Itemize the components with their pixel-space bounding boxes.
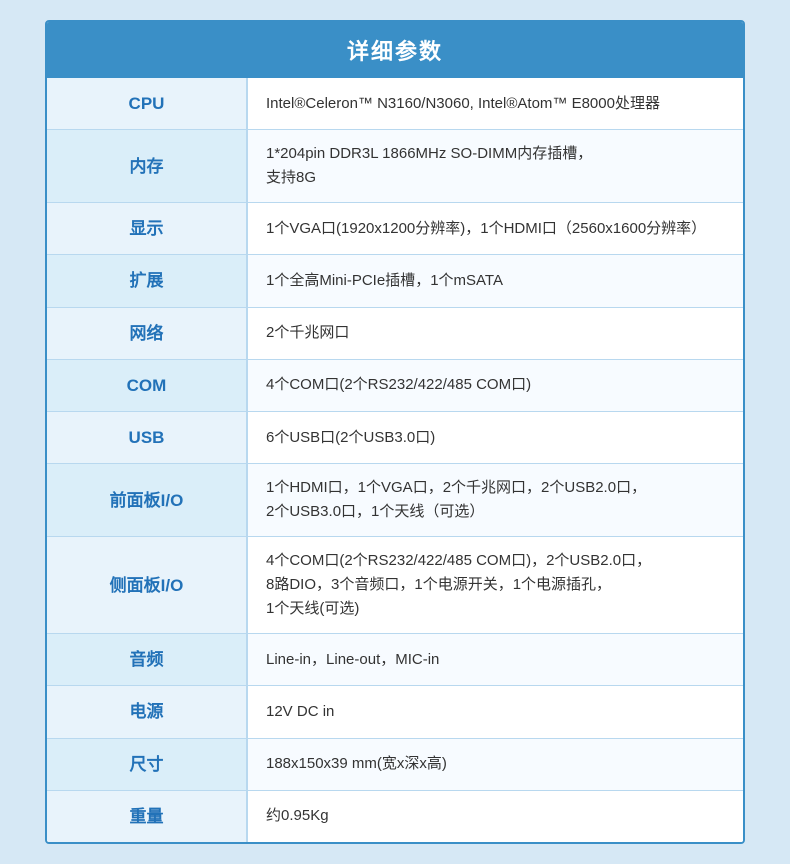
row-label: COM [47, 359, 247, 411]
table-row: 尺寸188x150x39 mm(宽x深x高) [47, 738, 743, 790]
table-row: 扩展1个全高Mini-PCIe插槽，1个mSATA [47, 255, 743, 307]
row-value: 1个HDMI口，1个VGA口，2个千兆网口，2个USB2.0口， 2个USB3.… [247, 464, 743, 537]
row-label: 尺寸 [47, 738, 247, 790]
row-label: 前面板I/O [47, 464, 247, 537]
row-value: 12V DC in [247, 686, 743, 738]
row-value: Line-in，Line-out，MIC-in [247, 634, 743, 686]
table-row: 内存1*204pin DDR3L 1866MHz SO-DIMM内存插槽， 支持… [47, 130, 743, 203]
table-row: 重量约0.95Kg [47, 790, 743, 842]
row-value: 188x150x39 mm(宽x深x高) [247, 738, 743, 790]
row-value: 4个COM口(2个RS232/422/485 COM口)，2个USB2.0口， … [247, 537, 743, 634]
row-label: 重量 [47, 790, 247, 842]
row-label: CPU [47, 78, 247, 130]
table-row: USB6个USB口(2个USB3.0口) [47, 411, 743, 463]
table-row: 侧面板I/O4个COM口(2个RS232/422/485 COM口)，2个USB… [47, 537, 743, 634]
row-label: USB [47, 411, 247, 463]
table-row: 网络2个千兆网口 [47, 307, 743, 359]
row-label: 显示 [47, 203, 247, 255]
spec-table-wrapper: 详细参数 CPUIntel®Celeron™ N3160/N3060, Inte… [45, 20, 745, 844]
row-value: 1个VGA口(1920x1200分辨率)，1个HDMI口（2560x1600分辨… [247, 203, 743, 255]
row-value: 1*204pin DDR3L 1866MHz SO-DIMM内存插槽， 支持8G [247, 130, 743, 203]
table-row: 音频Line-in，Line-out，MIC-in [47, 634, 743, 686]
table-row: 电源12V DC in [47, 686, 743, 738]
row-label: 音频 [47, 634, 247, 686]
spec-table: CPUIntel®Celeron™ N3160/N3060, Intel®Ato… [47, 78, 743, 842]
row-value: 6个USB口(2个USB3.0口) [247, 411, 743, 463]
table-title: 详细参数 [47, 22, 743, 78]
table-row: 前面板I/O1个HDMI口，1个VGA口，2个千兆网口，2个USB2.0口， 2… [47, 464, 743, 537]
row-value: Intel®Celeron™ N3160/N3060, Intel®Atom™ … [247, 78, 743, 130]
table-row: COM4个COM口(2个RS232/422/485 COM口) [47, 359, 743, 411]
table-row: 显示1个VGA口(1920x1200分辨率)，1个HDMI口（2560x1600… [47, 203, 743, 255]
row-value: 1个全高Mini-PCIe插槽，1个mSATA [247, 255, 743, 307]
row-label: 网络 [47, 307, 247, 359]
row-label: 电源 [47, 686, 247, 738]
row-value: 2个千兆网口 [247, 307, 743, 359]
row-label: 扩展 [47, 255, 247, 307]
table-row: CPUIntel®Celeron™ N3160/N3060, Intel®Ato… [47, 78, 743, 130]
row-label: 内存 [47, 130, 247, 203]
row-value: 4个COM口(2个RS232/422/485 COM口) [247, 359, 743, 411]
row-label: 侧面板I/O [47, 537, 247, 634]
row-value: 约0.95Kg [247, 790, 743, 842]
